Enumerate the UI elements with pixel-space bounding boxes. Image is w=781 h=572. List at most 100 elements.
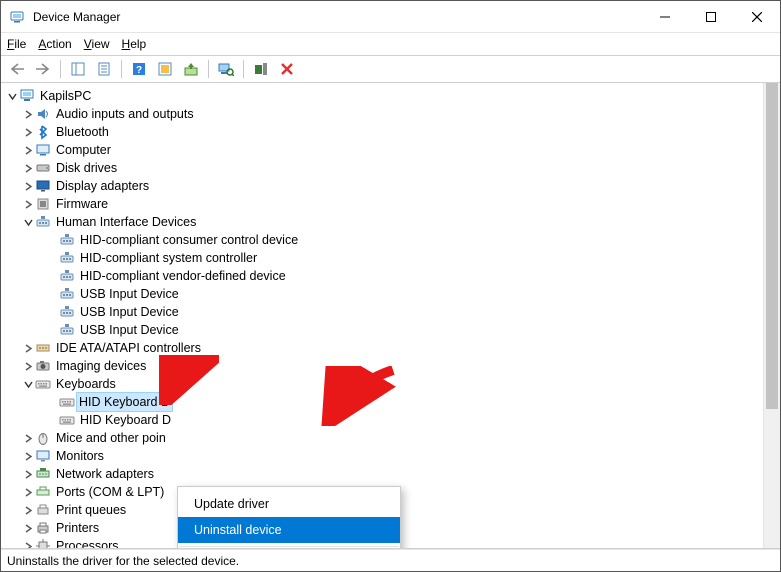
chevron-down-icon[interactable]	[5, 92, 19, 101]
tree-device[interactable]: USB Input Device	[3, 321, 778, 339]
chevron-right-icon[interactable]	[21, 200, 35, 209]
scan-hardware-button[interactable]	[214, 58, 238, 80]
tree-device[interactable]: HID Keyboard D	[3, 411, 778, 429]
toolbar-separator	[60, 60, 61, 78]
chevron-right-icon[interactable]	[21, 182, 35, 191]
tree-category[interactable]: Mice and other poin	[3, 429, 778, 447]
show-hide-tree-button[interactable]	[66, 58, 90, 80]
tree-root[interactable]: KapilsPC	[3, 87, 778, 105]
tree-root-label: KapilsPC	[39, 87, 92, 105]
tree-category-label: IDE ATA/ATAPI controllers	[55, 339, 202, 357]
hid-icon	[59, 268, 75, 284]
monitor-icon	[35, 448, 51, 464]
help-button[interactable]: ?	[127, 58, 151, 80]
chevron-right-icon[interactable]	[21, 452, 35, 461]
tree-category[interactable]: Display adapters	[3, 177, 778, 195]
hid-icon	[35, 214, 51, 230]
device-manager-window: Device Manager File Action View Help ?	[0, 0, 781, 572]
tree-device[interactable]: HID Keyboard D	[3, 393, 778, 411]
tree-category[interactable]: IDE ATA/ATAPI controllers	[3, 339, 778, 357]
scrollbar-thumb[interactable]	[766, 83, 778, 409]
chevron-down-icon[interactable]	[21, 218, 35, 227]
tree-category[interactable]: Bluetooth	[3, 123, 778, 141]
tree-category-label: Disk drives	[55, 159, 118, 177]
vertical-scrollbar[interactable]	[763, 83, 780, 548]
tree-device[interactable]: HID-compliant consumer control device	[3, 231, 778, 249]
disk-icon	[35, 160, 51, 176]
hid-icon	[59, 322, 75, 338]
tree-category-label: Ports (COM & LPT)	[55, 483, 165, 501]
device-manager-icon	[9, 9, 25, 25]
toolbar-icon[interactable]	[153, 58, 177, 80]
tree-device[interactable]: HID-compliant system controller	[3, 249, 778, 267]
tree-category[interactable]: Human Interface Devices	[3, 213, 778, 231]
tree-category[interactable]: Monitors	[3, 447, 778, 465]
tree-device-label: USB Input Device	[79, 321, 180, 339]
tree-category[interactable]: Computer	[3, 141, 778, 159]
menu-help[interactable]: Help	[122, 37, 147, 51]
chevron-right-icon[interactable]	[21, 542, 35, 550]
toolbar-separator	[121, 60, 122, 78]
chevron-right-icon[interactable]	[21, 434, 35, 443]
display-icon	[35, 178, 51, 194]
menu-file[interactable]: File	[7, 37, 26, 51]
properties-button[interactable]	[92, 58, 116, 80]
chevron-right-icon[interactable]	[21, 506, 35, 515]
tree-category[interactable]: Audio inputs and outputs	[3, 105, 778, 123]
nav-back-button[interactable]	[5, 58, 29, 80]
bluetooth-icon	[35, 124, 51, 140]
tree-device[interactable]: HID-compliant vendor-defined device	[3, 267, 778, 285]
window-title: Device Manager	[33, 10, 642, 24]
printer-icon	[35, 520, 51, 536]
close-button[interactable]	[734, 1, 780, 33]
tree-category-label: Imaging devices	[55, 357, 147, 375]
svg-text:?: ?	[136, 65, 142, 76]
tree-category-label: Printers	[55, 519, 100, 537]
tree-category[interactable]: Network adapters	[3, 465, 778, 483]
maximize-button[interactable]	[688, 1, 734, 33]
toolbar-separator	[243, 60, 244, 78]
tree-category-label: Network adapters	[55, 465, 155, 483]
hid-icon	[59, 286, 75, 302]
context-menu-item[interactable]: Update driver	[178, 491, 400, 517]
printq-icon	[35, 502, 51, 518]
chevron-right-icon[interactable]	[21, 362, 35, 371]
uninstall-device-button[interactable]	[275, 58, 299, 80]
tree-category-label: Firmware	[55, 195, 109, 213]
chevron-right-icon[interactable]	[21, 110, 35, 119]
tree-category[interactable]: Firmware	[3, 195, 778, 213]
chevron-right-icon[interactable]	[21, 470, 35, 479]
tree-category[interactable]: Keyboards	[3, 375, 778, 393]
tree-device-label: HID Keyboard D	[76, 392, 173, 412]
tree-category[interactable]: Disk drives	[3, 159, 778, 177]
tree-device-label: HID-compliant consumer control device	[79, 231, 299, 249]
context-menu-item[interactable]: Uninstall device	[178, 517, 400, 543]
chevron-right-icon[interactable]	[21, 488, 35, 497]
menu-view[interactable]: View	[84, 37, 110, 51]
titlebar: Device Manager	[1, 1, 780, 33]
chevron-right-icon[interactable]	[21, 146, 35, 155]
tree-device-label: HID-compliant system controller	[79, 249, 258, 267]
hid-icon	[59, 232, 75, 248]
chevron-down-icon[interactable]	[21, 380, 35, 389]
port-icon	[35, 484, 51, 500]
tree-category[interactable]: Imaging devices	[3, 357, 778, 375]
chevron-right-icon[interactable]	[21, 524, 35, 533]
chevron-right-icon[interactable]	[21, 128, 35, 137]
toolbar: ?	[1, 55, 780, 83]
computer-icon	[19, 88, 35, 104]
tree-device[interactable]: USB Input Device	[3, 303, 778, 321]
menu-action[interactable]: Action	[38, 37, 71, 51]
add-legacy-hardware-button[interactable]	[249, 58, 273, 80]
statusbar: Uninstalls the driver for the selected d…	[1, 549, 780, 571]
tree-device-label: HID-compliant vendor-defined device	[79, 267, 287, 285]
chevron-right-icon[interactable]	[21, 344, 35, 353]
update-driver-button[interactable]	[179, 58, 203, 80]
chevron-right-icon[interactable]	[21, 164, 35, 173]
hid-icon	[59, 250, 75, 266]
nav-forward-button[interactable]	[31, 58, 55, 80]
device-tree[interactable]: KapilsPCAudio inputs and outputsBluetoot…	[1, 83, 780, 548]
minimize-button[interactable]	[642, 1, 688, 33]
tree-device[interactable]: USB Input Device	[3, 285, 778, 303]
tree-device-label: HID Keyboard D	[79, 411, 172, 429]
